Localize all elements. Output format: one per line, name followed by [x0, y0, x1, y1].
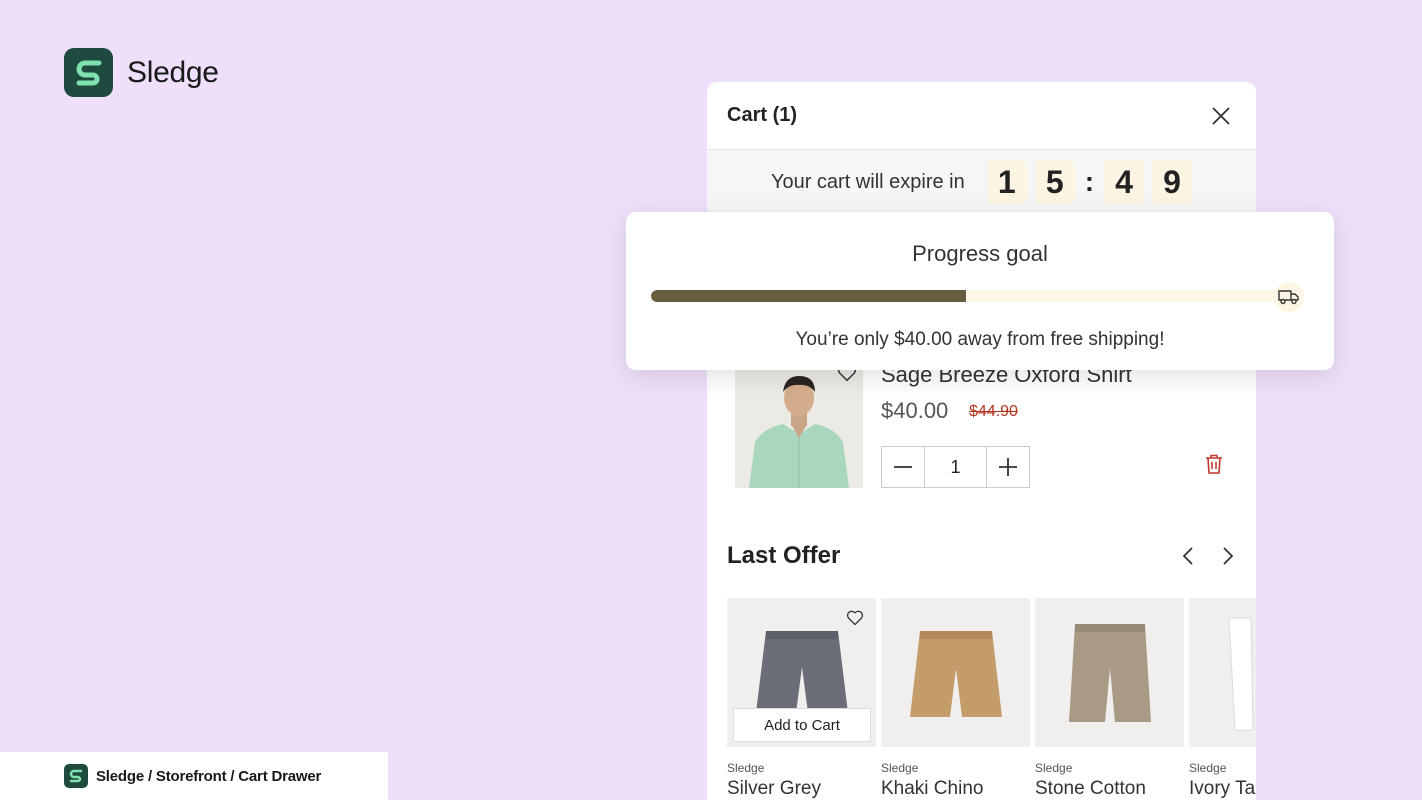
next-button[interactable]: [1219, 544, 1237, 568]
chevron-right-icon: [1223, 547, 1234, 565]
trash-icon: [1206, 454, 1222, 474]
last-offer-header: Last Offer: [727, 542, 1237, 570]
offer-product-image: [1035, 598, 1184, 747]
timer-separator: :: [1084, 166, 1095, 197]
offer-brand: Sledge: [1035, 761, 1073, 775]
sledge-small-logo-icon: [64, 764, 88, 788]
cart-expiry-timer: Your cart will expire in 1 5 : 4 9: [707, 150, 1256, 214]
offer-product-image: [881, 598, 1030, 747]
progress-bar: [651, 290, 1281, 302]
last-offer-title: Last Offer: [727, 542, 841, 569]
offer-product-image: Add to Cart: [727, 598, 876, 747]
brand-logo: Sledge: [64, 48, 219, 97]
offer-product-image: [1189, 598, 1256, 747]
product-old-price: $44.90: [969, 403, 1018, 420]
progress-goal-title: Progress goal: [912, 241, 1048, 266]
previous-button[interactable]: [1179, 544, 1197, 568]
offer-brand: Sledge: [727, 761, 765, 775]
timer-digit: 9: [1152, 160, 1193, 204]
offer-carousel-controls: [1179, 544, 1237, 568]
breadcrumb: Sledge / Storefront / Cart Drawer: [0, 752, 388, 800]
close-button[interactable]: [1206, 101, 1236, 131]
quantity-stepper: 1: [881, 446, 1030, 488]
timer-label: Your cart will expire in: [770, 170, 965, 193]
progress-bar-fill: [651, 290, 966, 302]
offer-card[interactable]: Sledge Stone Cotton: [1035, 598, 1184, 800]
progress-goal-card: Progress goal You’re only $40.00 away fr…: [626, 212, 1334, 370]
truck-icon: [1274, 282, 1304, 312]
offer-name: Silver Grey: [727, 778, 821, 799]
remove-item-button[interactable]: [1205, 454, 1223, 479]
minus-icon: [894, 466, 912, 468]
increase-quantity-button[interactable]: [987, 447, 1029, 487]
timer-digit: 4: [1104, 160, 1145, 204]
offer-name: Khaki Chino: [881, 778, 984, 799]
timer-digit: 5: [1034, 160, 1075, 204]
chevron-left-icon: [1182, 547, 1193, 565]
cart-line-item: Sage Breeze Oxford Shirt $40.00 $44.90 1: [735, 362, 1235, 492]
sledge-logo-icon: [64, 48, 113, 97]
offer-card[interactable]: Sledge Ivory Ta: [1189, 598, 1256, 800]
cart-header: Cart (1): [707, 82, 1256, 150]
add-to-cart-button[interactable]: Add to Cart: [733, 708, 871, 742]
plus-icon: [999, 458, 1017, 476]
breadcrumb-text: Sledge / Storefront / Cart Drawer: [96, 767, 322, 785]
wishlist-heart-button[interactable]: [846, 610, 864, 631]
offer-brand: Sledge: [1189, 761, 1227, 775]
product-price: $40.00: [881, 398, 949, 423]
cart-drawer: Cart (1) Your cart will expire in 1 5 : …: [707, 82, 1256, 800]
offer-card[interactable]: Sledge Khaki Chino: [881, 598, 1030, 800]
heart-icon: [846, 610, 864, 626]
offer-carousel: Add to Cart Sledge Silver Grey Sledge Kh…: [727, 598, 1256, 800]
quantity-value[interactable]: 1: [924, 447, 987, 487]
close-icon: [1212, 106, 1230, 125]
offer-name: Ivory Ta: [1189, 778, 1256, 799]
brand-name: Sledge: [127, 55, 219, 89]
timer-digit: 1: [986, 160, 1027, 204]
offer-brand: Sledge: [881, 761, 919, 775]
cart-title: Cart (1): [727, 104, 798, 126]
decrease-quantity-button[interactable]: [882, 447, 924, 487]
offer-card[interactable]: Add to Cart Sledge Silver Grey: [727, 598, 876, 800]
free-shipping-message: You’re only $40.00 away from free shippi…: [795, 329, 1165, 350]
offer-name: Stone Cotton: [1035, 778, 1146, 799]
